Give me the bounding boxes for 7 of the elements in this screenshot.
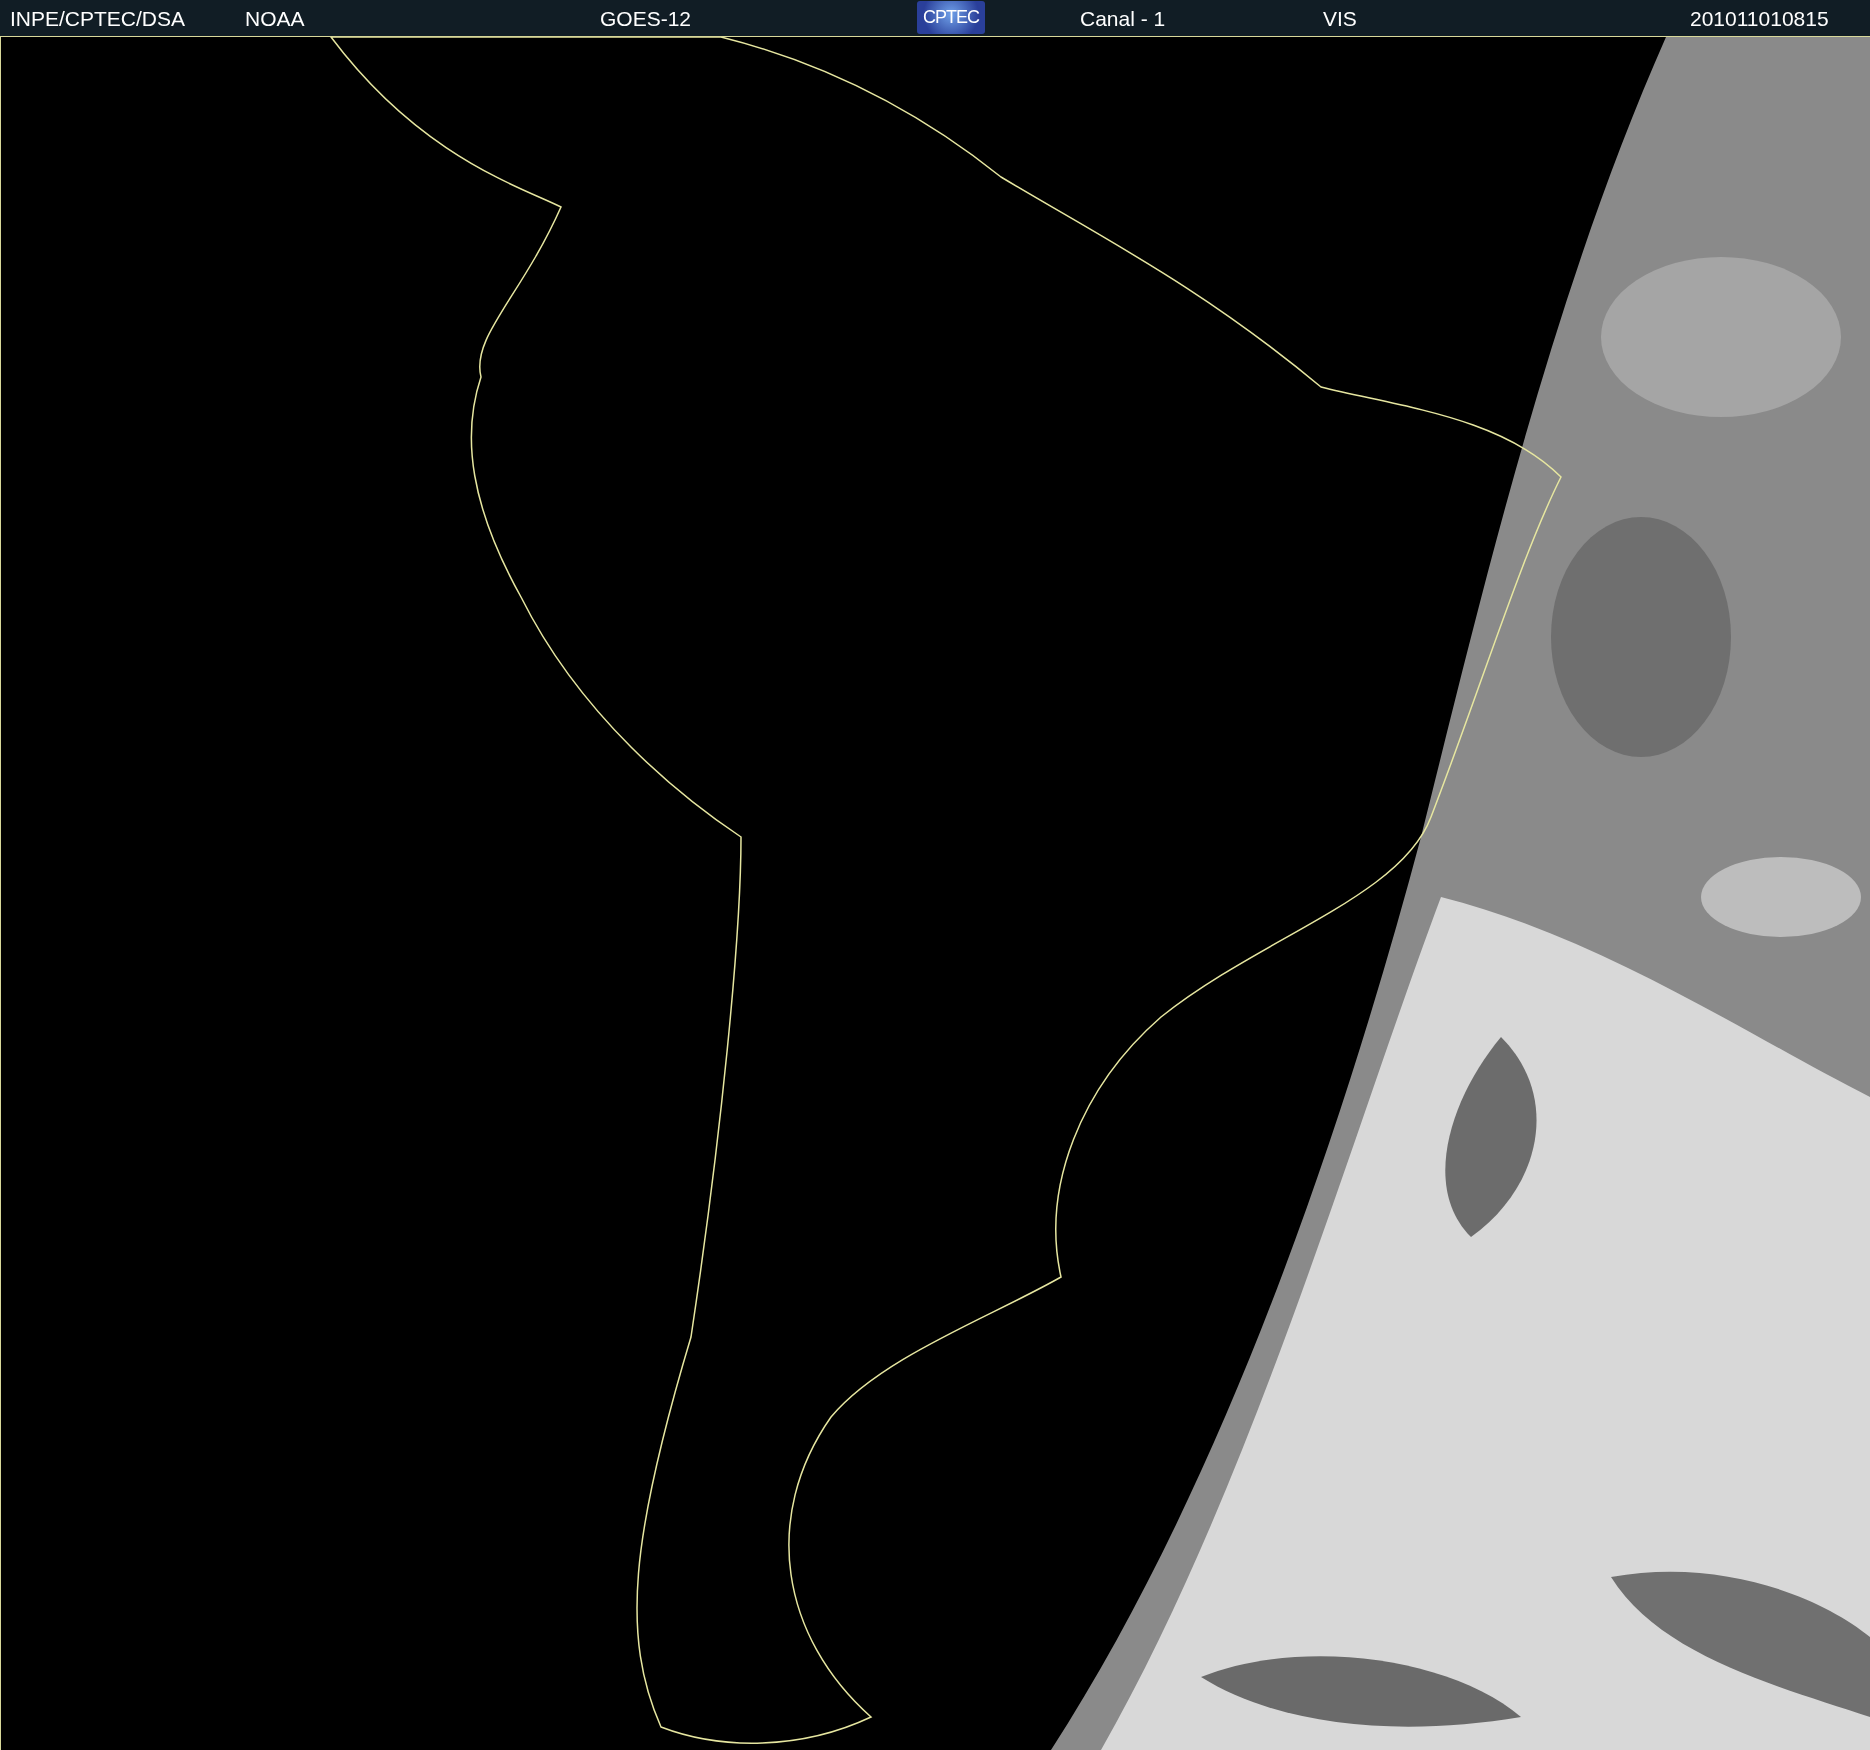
header-label: VIS [1323, 7, 1357, 31]
header-label: 201011010815 [1690, 7, 1829, 31]
header-label: GOES-12 [600, 7, 692, 31]
header-label: INPE/CPTEC/DSA [10, 7, 186, 31]
header-label: Canal - 1 [1080, 7, 1166, 31]
logo: CPTEC [917, 1, 985, 34]
header-label: NOAA [245, 7, 305, 31]
